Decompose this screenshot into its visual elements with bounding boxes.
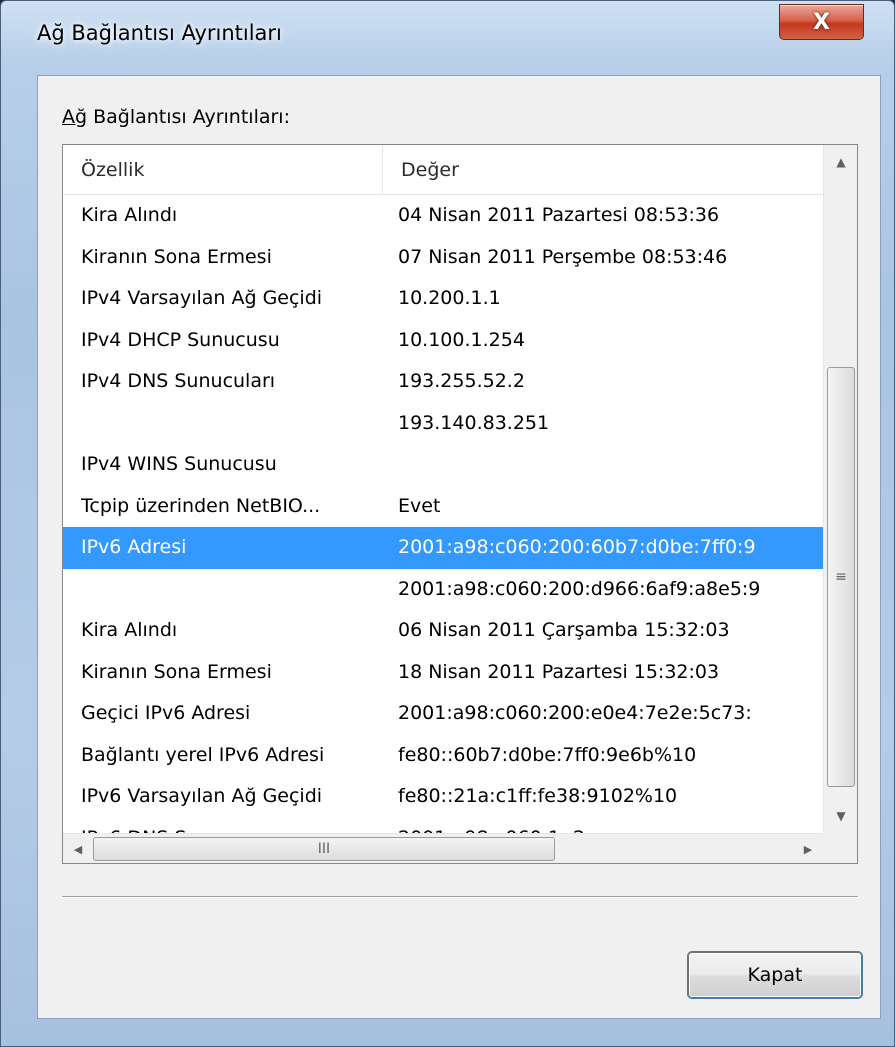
table-row[interactable]: Kira Alındı 04 Nisan 2011 Pazartesi 08:53… [63, 195, 823, 237]
value-cell: fe80::21a:c1ff:fe38:9102%10 [398, 785, 678, 807]
property-cell: IPv4 Varsayılan Ağ Geçidi [81, 287, 323, 309]
separator [62, 896, 858, 898]
details-list[interactable]: Özellik Değer Kira Alındı 04 Nisan 2011 P… [62, 144, 858, 864]
value-cell: 2001:a98:c060:200:d966:6af9:a8e5:9 [398, 577, 761, 600]
scroll-up-button[interactable]: ▲ [824, 145, 858, 179]
close-window-button[interactable]: X [779, 4, 864, 40]
table-row[interactable]: Kira Alındı 06 Nisan 2011 Çarşamba 15:32:… [63, 610, 823, 652]
property-cell: Geçici IPv6 Adresi [81, 702, 251, 724]
close-icon: X [813, 9, 830, 35]
scroll-right-button[interactable]: ▶ [793, 834, 823, 864]
property-cell: IPv4 DHCP Sunucusu [81, 328, 280, 351]
table-row[interactable]: Kiranın Sona Ermesi 07 Nisan 2011 Perşemb… [63, 237, 823, 279]
arrow-up-icon: ▲ [836, 155, 846, 169]
grip-icon: ≡ [835, 569, 847, 585]
property-cell: IPv4 DNS Sunucuları [81, 370, 276, 392]
list-viewport: Özellik Değer Kira Alındı 04 Nisan 2011 P… [63, 145, 823, 833]
list-rows: Kira Alındı 04 Nisan 2011 Pazartesi 08:53… [63, 195, 823, 833]
arrow-down-icon: ▼ [836, 809, 846, 823]
list-header: Özellik Değer [63, 145, 823, 195]
value-cell: fe80::60b7:d0be:7ff0:9e6b%10 [398, 743, 697, 766]
table-row[interactable]: Bağlantı yerel IPv6 Adresi fe80::60b7:d0b… [63, 735, 823, 777]
dialog-client-area: Ağ Bağlantısı Ayrıntıları: Özellik Değer… [37, 75, 881, 1019]
property-cell: Tcpip üzerinden NetBIO... [81, 494, 321, 517]
value-cell: 2001:a98:c060:200:60b7:d0be:7ff0:9 [398, 536, 756, 558]
column-header-property[interactable]: Özellik [63, 145, 383, 195]
property-cell: IPv6 Varsayılan Ağ Geçidi [81, 785, 323, 807]
window-title: Ağ Bağlantısı Ayrıntıları [37, 21, 282, 45]
table-row[interactable]: 2001:a98:c060:200:d966:6af9:a8e5:9 [63, 569, 823, 611]
vertical-scroll-thumb[interactable]: ≡ [827, 367, 855, 787]
section-label: Ağ Bağlantısı Ayrıntıları: [62, 106, 290, 128]
table-row[interactable]: IPv4 WINS Sunucusu [63, 444, 823, 486]
arrow-left-icon: ◀ [73, 842, 83, 856]
dialog-window: Ağ Bağlantısı Ayrıntıları X Ağ Bağlantıs… [0, 0, 895, 1047]
value-cell: 2001:a98:c060:1::2 [398, 818, 823, 834]
table-row[interactable]: Geçici IPv6 Adresi 2001:a98:c060:200:e0e4… [63, 693, 823, 735]
value-cell: 06 Nisan 2011 Çarşamba 15:32:03 [398, 619, 730, 641]
value-cell: 193.255.52.2 [398, 370, 525, 392]
value-cell: 07 Nisan 2011 Perşembe 08:53:46 [398, 245, 728, 268]
value-cell: 10.200.1.1 [398, 287, 501, 309]
horizontal-scroll-thumb[interactable]: III [93, 837, 555, 861]
property-cell: IPv6 Adresi [81, 536, 187, 558]
value-cell: Evet [398, 494, 441, 517]
value-cell: 18 Nisan 2011 Pazartesi 15:32:03 [398, 660, 720, 683]
section-label-text: Bağlantısı Ayrıntıları: [87, 106, 290, 128]
arrow-right-icon: ▶ [803, 842, 813, 856]
property-cell: Kiranın Sona Ermesi [81, 245, 272, 268]
table-row[interactable]: IPv4 DHCP Sunucusu 10.100.1.254 [63, 320, 823, 362]
property-cell: Kira Alındı [81, 204, 178, 226]
value-cell: 2001:a98:c060:200:e0e4:7e2e:5c73: [398, 702, 752, 724]
property-cell: IPv4 WINS Sunucusu [81, 453, 277, 475]
horizontal-scrollbar[interactable]: ◀ III ▶ [63, 833, 823, 863]
table-row[interactable]: Kiranın Sona Ermesi 18 Nisan 2011 Pazarte… [63, 652, 823, 694]
scrollbar-corner [823, 833, 857, 863]
property-cell: Bağlantı yerel IPv6 Adresi [81, 743, 325, 766]
value-cell: 193.140.83.251 [398, 411, 550, 434]
close-button[interactable]: Kapat [688, 952, 862, 998]
property-cell: IPv6 DNS Sunucusu [81, 818, 381, 834]
table-row[interactable]: IPv6 Adresi 2001:a98:c060:200:60b7:d0be:7… [63, 527, 823, 569]
scroll-down-button[interactable]: ▼ [824, 799, 858, 833]
grip-icon: III [317, 841, 331, 857]
property-cell: Kira Alındı [81, 619, 178, 641]
scroll-left-button[interactable]: ◀ [63, 834, 93, 864]
table-row[interactable]: IPv6 Varsayılan Ağ Geçidi fe80::21a:c1ff:… [63, 776, 823, 818]
table-row[interactable]: IPv4 Varsayılan Ağ Geçidi 10.200.1.1 [63, 278, 823, 320]
value-cell: 10.100.1.254 [398, 328, 525, 351]
table-row[interactable]: 193.140.83.251 [63, 403, 823, 445]
table-row[interactable]: IPv6 DNS Sunucusu 2001:a98:c060:1::2 [63, 818, 823, 834]
table-row[interactable]: IPv4 DNS Sunucuları 193.255.52.2 [63, 361, 823, 403]
table-row[interactable]: Tcpip üzerinden NetBIO... Evet [63, 486, 823, 528]
section-label-accelerator: Ağ [62, 106, 88, 128]
vertical-scrollbar[interactable]: ▲ ≡ ▼ [823, 145, 857, 833]
value-cell: 04 Nisan 2011 Pazartesi 08:53:36 [398, 204, 720, 226]
property-cell: Kiranın Sona Ermesi [81, 660, 272, 683]
column-header-value[interactable]: Değer [383, 145, 823, 195]
